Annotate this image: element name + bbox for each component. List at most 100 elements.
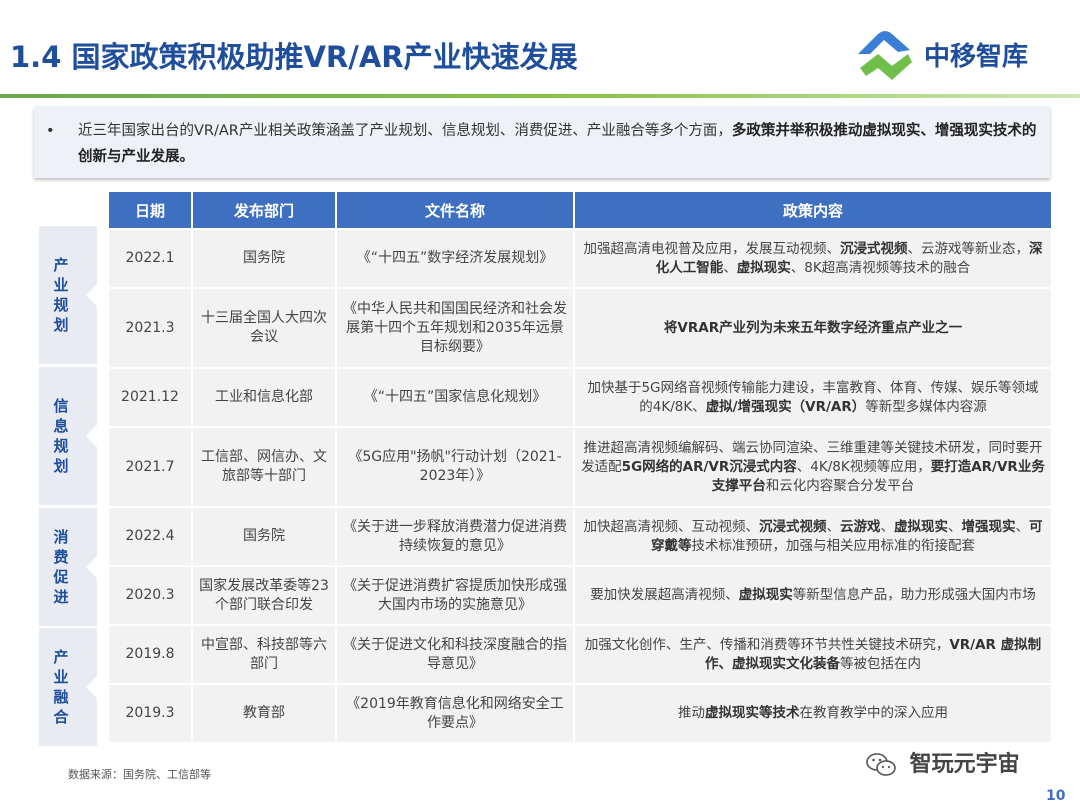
table-row: 2019.8 中宣部、科技部等六部门 《关于促进文化和科技深度融合的指导意见》 加强文… bbox=[107, 624, 1053, 685]
wechat-watermark: 智玩元宇宙 bbox=[866, 746, 1020, 777]
category-arrow-icon bbox=[86, 283, 98, 307]
content-text: 、 bbox=[880, 518, 895, 535]
content-bold: 将VRAR产业列为未来五年数字经济重点产业之一 bbox=[663, 319, 963, 336]
cell-date: 2019.8 bbox=[107, 624, 193, 685]
cell-date: 2021.3 bbox=[107, 287, 193, 369]
table-row: 2022.1 国务院 《“十四五”数字经济发展规划》 加强超高清电视普及应用，发展互动… bbox=[107, 228, 1053, 289]
cell-dept: 工业和信息化部 bbox=[191, 367, 337, 428]
content-text: 要加快发展超高清视频、 bbox=[590, 587, 739, 603]
category-arrow-icon bbox=[86, 555, 98, 579]
cell-dept: 国务院 bbox=[191, 506, 337, 567]
content-bold: 沉浸式视频 bbox=[759, 518, 827, 535]
category-text: 产业融合 bbox=[53, 648, 69, 726]
wechat-icon bbox=[866, 753, 896, 776]
content-text: 推动 bbox=[678, 705, 705, 721]
cell-date: 2022.1 bbox=[107, 228, 193, 289]
cell-content: 加强超高清电视普及应用，发展互动视频、沉浸式视频、云游戏等新业态，深化人工智能、… bbox=[573, 228, 1053, 289]
header-content: 政策内容 bbox=[573, 190, 1053, 230]
cell-date: 2020.3 bbox=[107, 565, 193, 626]
header-date: 日期 bbox=[107, 190, 193, 230]
cell-dept: 十三届全国人大四次会议 bbox=[191, 287, 337, 369]
category-text: 产业规划 bbox=[53, 256, 69, 334]
title-divider bbox=[0, 94, 1080, 98]
category-text: 信息规划 bbox=[53, 397, 69, 475]
content-text: 等新型多媒体内容源 bbox=[865, 398, 987, 415]
page-number: 10 bbox=[1046, 788, 1066, 804]
cell-content: 推进超高清视频编解码、端云协同渲染、三维重建等关键技术研发，同时要开发适配5G网… bbox=[573, 426, 1053, 508]
cell-doc: 《关于促进消费扩容提质加快形成强大国内市场的实施意见》 bbox=[335, 565, 575, 626]
cell-doc: 《关于进一步释放消费潜力促进消费持续恢复的意见》 bbox=[335, 506, 575, 567]
content-text: 加快超高清视频、互动视频、 bbox=[583, 518, 760, 535]
category-arrow-icon bbox=[86, 424, 98, 448]
category-arrow-icon bbox=[86, 675, 98, 699]
cell-dept: 教育部 bbox=[191, 683, 337, 744]
cell-doc: 《“十四五”国家信息化规划》 bbox=[335, 367, 575, 428]
content-bold: 虚拟现实等技术 bbox=[705, 705, 800, 721]
content-text: 技术标准预研，加强与相关应用标准的衔接配套 bbox=[691, 537, 976, 554]
table-row: 2019.3 教育部 《2019年教育信息化和网络安全工作要点》 推动虚拟现实等技术在… bbox=[107, 683, 1053, 744]
content-bold: 虚拟/增强现实（VR/AR） bbox=[705, 398, 866, 415]
page-title: 1.4 国家政策积极助推VR/AR产业快速发展 bbox=[10, 40, 578, 74]
content-bold: 云游戏 bbox=[840, 518, 881, 535]
table-row: 2022.4 国务院 《关于进一步释放消费潜力促进消费持续恢复的意见》 加快超高清视频… bbox=[107, 506, 1053, 567]
table-header-row: 日期 发布部门 文件名称 政策内容 bbox=[107, 190, 1053, 230]
category-label: 产业规划 bbox=[39, 226, 98, 364]
content-text: 、云游戏等新业态， bbox=[907, 240, 1030, 257]
table-row: 2020.3 国家发展改革委等23个部门联合印发 《关于促进消费扩容提质加快形成强大… bbox=[107, 565, 1053, 626]
header-dept: 发布部门 bbox=[191, 190, 337, 230]
content-text: 和云化内容聚合分发平台 bbox=[765, 477, 915, 494]
policy-table: 日期 发布部门 文件名称 政策内容 2022.1 国务院 《“十四五”数字经济发展规… bbox=[107, 190, 1053, 744]
cell-dept: 中宣部、科技部等六部门 bbox=[191, 624, 337, 685]
table-row: 2021.7 工信部、网信办、文旅部等十部门 《5G应用"扬帆"行动计划（2021-… bbox=[107, 426, 1053, 508]
content-bold: 虚拟现实 bbox=[738, 587, 793, 603]
content-text: 加强超高清电视普及应用，发展互动视频、 bbox=[583, 240, 841, 257]
content-text: 、8K超高清视频等技术的融合 bbox=[790, 259, 971, 276]
table-row: 2021.12 工业和信息化部 《“十四五”国家信息化规划》 加快基于5G网络音视频传… bbox=[107, 367, 1053, 428]
content-text: 加强文化创作、生产、传播和消费等环节共性关键技术研究， bbox=[584, 636, 950, 653]
category-label: 产业融合 bbox=[39, 628, 98, 746]
cell-content: 加强文化创作、生产、传播和消费等环节共性关键技术研究，VR/AR 虚拟制作、虚拟… bbox=[573, 624, 1053, 685]
content-bold: 增强现实 bbox=[961, 518, 1016, 535]
data-source: 数据来源：国务院、工信部等 bbox=[68, 768, 211, 781]
content-text: 等新型信息产品，助力形成强大国内市场 bbox=[792, 587, 1036, 603]
category-text: 消费促进 bbox=[53, 528, 69, 606]
summary-bullet: • bbox=[46, 123, 55, 139]
content-text: 、 bbox=[826, 518, 841, 535]
cell-dept: 国务院 bbox=[191, 228, 337, 289]
content-text: 在教育教学中的深入应用 bbox=[799, 705, 949, 721]
content-text: 、4K/8K视频等应用， bbox=[796, 458, 931, 475]
logo-mark-icon bbox=[858, 31, 912, 80]
cell-doc: 《中华人民共和国国民经济和社会发展第十四个五年规划和2035年远景目标纲要》 bbox=[335, 287, 575, 369]
cell-date: 2021.7 bbox=[107, 426, 193, 508]
cell-date: 2022.4 bbox=[107, 506, 193, 567]
cell-doc: 《关于促进文化和科技深度融合的指导意见》 bbox=[335, 624, 575, 685]
category-label: 信息规划 bbox=[39, 367, 98, 505]
content-bold: 虚拟现实 bbox=[736, 259, 791, 276]
summary-text: 近三年国家出台的VR/AR产业相关政策涵盖了产业规划、信息规划、消费促进、产业融… bbox=[78, 118, 1040, 170]
category-label: 消费促进 bbox=[39, 508, 98, 626]
company-logo: 中移智库 bbox=[852, 24, 1052, 88]
cell-content: 推动虚拟现实等技术在教育教学中的深入应用 bbox=[573, 683, 1053, 744]
wechat-name: 智玩元宇宙 bbox=[909, 752, 1020, 777]
summary-text-plain: 近三年国家出台的VR/AR产业相关政策涵盖了产业规划、信息规划、消费促进、产业融… bbox=[78, 123, 732, 139]
cell-doc: 《2019年教育信息化和网络安全工作要点》 bbox=[335, 683, 575, 744]
cell-dept: 国家发展改革委等23个部门联合印发 bbox=[191, 565, 337, 626]
summary-box: • 近三年国家出台的VR/AR产业相关政策涵盖了产业规划、信息规划、消费促进、产… bbox=[34, 106, 1050, 178]
cell-dept: 工信部、网信办、文旅部等十部门 bbox=[191, 426, 337, 508]
cell-content: 加快超高清视频、互动视频、沉浸式视频、云游戏、虚拟现实、增强现实、可穿戴等技术标… bbox=[573, 506, 1053, 567]
cell-date: 2021.12 bbox=[107, 367, 193, 428]
content-text: 、 bbox=[1015, 518, 1030, 535]
cell-doc: 《“十四五”数字经济发展规划》 bbox=[335, 228, 575, 289]
header-doc: 文件名称 bbox=[335, 190, 575, 230]
cell-doc: 《5G应用"扬帆"行动计划（2021-2023年）》 bbox=[335, 426, 575, 508]
cell-content: 要加快发展超高清视频、虚拟现实等新型信息产品，助力形成强大国内市场 bbox=[573, 565, 1053, 626]
content-text: 等被包括在内 bbox=[840, 655, 921, 672]
content-bold: 虚拟现实 bbox=[894, 518, 948, 535]
logo-text: 中移智库 bbox=[924, 42, 1029, 72]
content-text: 、 bbox=[723, 259, 737, 276]
cell-content: 加快基于5G网络音视频传输能力建设，丰富教育、体育、传媒、娱乐等领域的4K/8K… bbox=[573, 367, 1053, 428]
cell-date: 2019.3 bbox=[107, 683, 193, 744]
content-bold: 5G网络的AR/VR沉浸式内容 bbox=[621, 458, 797, 475]
content-text: 、 bbox=[948, 518, 962, 535]
cell-content: 将VRAR产业列为未来五年数字经济重点产业之一 bbox=[573, 287, 1053, 369]
